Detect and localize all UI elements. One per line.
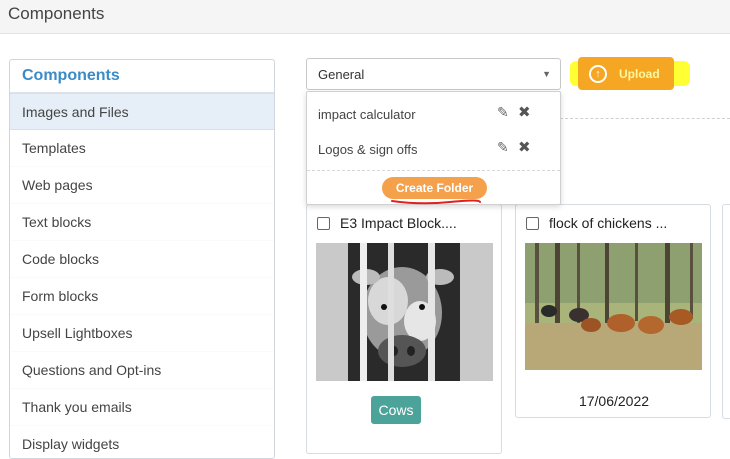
page-header: Components bbox=[0, 0, 730, 34]
file-card-title: flock of chickens ... bbox=[549, 215, 668, 231]
chickens-thumbnail bbox=[525, 243, 702, 381]
components-sidebar: Components Images and Files Templates We… bbox=[9, 59, 275, 459]
sidebar-item-upsell-lightboxes[interactable]: Upsell Lightboxes bbox=[10, 315, 274, 352]
delete-x-icon[interactable]: ✖ bbox=[518, 103, 531, 121]
create-folder-button[interactable]: Create Folder bbox=[382, 177, 487, 199]
folder-item-impact-calculator[interactable]: impact calculator bbox=[318, 107, 416, 122]
folder-select[interactable]: General ▼ bbox=[306, 58, 561, 90]
folder-tag: Cows bbox=[371, 396, 421, 424]
file-card-title: E3 Impact Block.... bbox=[340, 215, 457, 231]
sidebar-item-thank-you-emails[interactable]: Thank you emails bbox=[10, 389, 274, 426]
dropdown-divider bbox=[307, 170, 560, 171]
file-card-partial[interactable] bbox=[722, 204, 730, 419]
file-card[interactable]: flock of chickens ... 17/06/2022 bbox=[515, 204, 711, 418]
sidebar-item-images-and-files[interactable]: Images and Files bbox=[10, 93, 274, 130]
red-annotation-underline bbox=[391, 199, 481, 205]
upload-button-label: Upload bbox=[619, 67, 660, 81]
file-date: 17/06/2022 bbox=[578, 393, 650, 409]
sidebar-item-code-blocks[interactable]: Code blocks bbox=[10, 241, 274, 278]
sidebar-item-questions-and-opt-ins[interactable]: Questions and Opt-ins bbox=[10, 352, 274, 389]
folder-item-logos-sign-offs[interactable]: Logos & sign offs bbox=[318, 142, 418, 157]
divider bbox=[560, 118, 730, 119]
pencil-icon[interactable]: ✎ bbox=[497, 104, 509, 121]
sidebar-item-text-blocks[interactable]: Text blocks bbox=[10, 204, 274, 241]
upload-button[interactable]: ↑ Upload bbox=[578, 57, 674, 90]
sidebar-item-templates[interactable]: Templates bbox=[10, 130, 274, 167]
select-checkbox[interactable] bbox=[526, 217, 539, 230]
folder-dropdown: impact calculator ✎ ✖ Logos & sign offs … bbox=[306, 91, 561, 205]
upload-arrow-icon: ↑ bbox=[589, 65, 607, 83]
file-card[interactable]: E3 Impact Block.... Cows bbox=[306, 204, 502, 454]
sidebar-item-form-blocks[interactable]: Form blocks bbox=[10, 278, 274, 315]
sidebar-title: Components bbox=[10, 60, 274, 93]
folder-select-value: General bbox=[318, 67, 365, 82]
select-checkbox[interactable] bbox=[317, 217, 330, 230]
cow-thumbnail bbox=[316, 243, 493, 381]
sidebar-item-web-pages[interactable]: Web pages bbox=[10, 167, 274, 204]
page-title: Components bbox=[8, 4, 105, 23]
sidebar-item-display-widgets[interactable]: Display widgets bbox=[10, 426, 274, 458]
delete-x-icon[interactable]: ✖ bbox=[518, 138, 531, 156]
pencil-icon[interactable]: ✎ bbox=[497, 139, 509, 156]
chevron-down-icon: ▼ bbox=[542, 69, 551, 79]
